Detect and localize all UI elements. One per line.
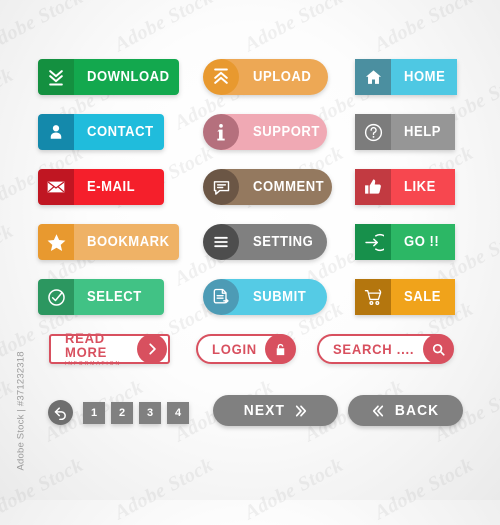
double-chevron-right-icon	[294, 403, 309, 419]
button-go[interactable]: GO !!	[355, 224, 455, 260]
pagination-page-4[interactable]: 4	[167, 402, 189, 424]
button-label: SUPPORT	[253, 124, 320, 140]
pagination-page-2[interactable]: 2	[111, 402, 133, 424]
button-upload[interactable]: UPLOAD	[203, 59, 328, 95]
button-label: UPLOAD	[253, 69, 312, 85]
ghost-button-sublabel: INFORMATION	[65, 361, 122, 368]
button-label: GO !!	[404, 234, 440, 250]
ghost-button-text: LOGIN	[198, 340, 265, 357]
button-bookmark[interactable]: BOOKMARK	[38, 224, 179, 260]
button-login[interactable]: LOGIN	[196, 334, 296, 364]
button-read-more[interactable]: READ MORE INFORMATION	[49, 330, 170, 367]
check-circle-icon	[38, 279, 74, 315]
button-contact[interactable]: CONTACT	[38, 114, 164, 150]
button-label-area: CONTACT	[74, 114, 164, 150]
next-button-label: NEXT	[243, 402, 285, 419]
button-search[interactable]: SEARCH ....	[317, 334, 454, 364]
button-help[interactable]: HELP	[355, 114, 455, 150]
double-chevron-left-icon	[371, 403, 386, 419]
speech-bubble-icon	[203, 169, 239, 205]
button-label: HELP	[404, 124, 441, 140]
button-submit[interactable]: SUBMIT	[203, 279, 327, 315]
button-label-area: E-MAIL	[74, 169, 164, 205]
pagination-page-3[interactable]: 3	[139, 402, 161, 424]
pagination-page-label: 1	[90, 407, 98, 419]
chevron-right-icon[interactable]	[137, 334, 167, 364]
button-label: COMMENT	[253, 179, 325, 195]
info-icon	[203, 114, 239, 150]
button-label-area: HELP	[391, 114, 455, 150]
button-label: CONTACT	[87, 124, 154, 140]
button-label: SALE	[404, 289, 441, 305]
star-icon	[38, 224, 74, 260]
button-next[interactable]: NEXT	[213, 395, 338, 426]
thumbs-up-icon	[355, 169, 391, 205]
lock-icon[interactable]	[265, 334, 295, 364]
button-label: SETTING	[253, 234, 314, 250]
ghost-button-text: SEARCH ....	[319, 340, 423, 357]
ghost-button-label: SEARCH ....	[333, 340, 415, 357]
button-e-mail[interactable]: E-MAIL	[38, 169, 164, 205]
user-icon	[38, 114, 74, 150]
button-label: LIKE	[404, 179, 436, 195]
question-circle-icon	[355, 114, 391, 150]
button-support[interactable]: SUPPORT	[203, 114, 328, 150]
button-label: HOME	[404, 69, 446, 85]
button-label-area: GO !!	[391, 224, 455, 260]
ghost-button-label: LOGIN	[212, 340, 257, 357]
button-comment[interactable]: COMMENT	[203, 169, 333, 205]
button-sale[interactable]: SALE	[355, 279, 455, 315]
button-label: DOWNLOAD	[87, 69, 170, 85]
button-label-area: SALE	[391, 279, 455, 315]
envelope-icon	[38, 169, 74, 205]
pagination-page-label: 4	[174, 407, 182, 419]
magnifier-icon[interactable]	[423, 334, 453, 364]
hamburger-icon	[203, 224, 239, 260]
double-chevron-up-icon	[203, 59, 239, 95]
pagination-page-label: 3	[146, 407, 154, 419]
pagination-page-label: 2	[118, 407, 126, 419]
back-arrow-icon[interactable]	[48, 400, 73, 425]
pagination-page-1[interactable]: 1	[83, 402, 105, 424]
button-label: SUBMIT	[253, 289, 307, 305]
ghost-button-text: READ MORE INFORMATION	[51, 329, 137, 368]
button-label: E-MAIL	[87, 179, 136, 195]
button-label-area: LIKE	[391, 169, 455, 205]
button-home[interactable]: HOME	[355, 59, 457, 95]
back-button-label: BACK	[394, 402, 440, 419]
button-setting[interactable]: SETTING	[203, 224, 327, 260]
button-like[interactable]: LIKE	[355, 169, 455, 205]
button-label: BOOKMARK	[87, 234, 170, 250]
document-icon	[203, 279, 239, 315]
shopping-cart-icon	[355, 279, 391, 315]
button-label: SELECT	[87, 289, 142, 305]
button-download[interactable]: DOWNLOAD	[38, 59, 179, 95]
house-icon	[355, 59, 391, 95]
button-select[interactable]: SELECT	[38, 279, 164, 315]
button-label-area: BOOKMARK	[74, 224, 179, 260]
arrow-into-circle-icon	[355, 224, 391, 260]
button-label-area: SELECT	[74, 279, 164, 315]
ghost-button-label: READ MORE	[65, 329, 108, 361]
button-back[interactable]: BACK	[348, 395, 463, 426]
double-chevron-down-icon	[38, 59, 74, 95]
button-label-area: HOME	[391, 59, 457, 95]
button-label-area: DOWNLOAD	[74, 59, 179, 95]
